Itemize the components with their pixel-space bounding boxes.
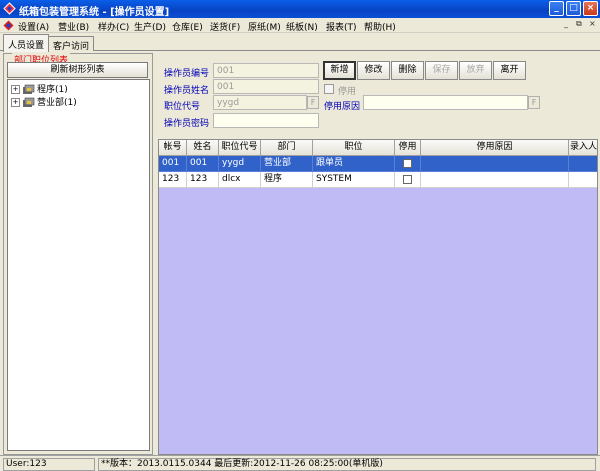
- tab-customer-visit[interactable]: 客户访问: [48, 36, 95, 52]
- disable-reason-picker-button[interactable]: F: [528, 96, 540, 109]
- refresh-tree-button[interactable]: 刷新树形列表: [7, 62, 148, 78]
- operator-id-field[interactable]: 001: [213, 63, 319, 78]
- cell-disable-reason: [421, 156, 569, 172]
- column-header-name[interactable]: 姓名: [187, 140, 219, 156]
- cell-disabled: [395, 156, 421, 172]
- cell-department: 程序: [261, 172, 313, 188]
- column-header-position[interactable]: 职位: [313, 140, 395, 156]
- cell-disable-reason: [421, 172, 569, 188]
- row-disabled-checkbox[interactable]: [403, 159, 412, 168]
- position-code-label: 职位代号: [164, 102, 201, 112]
- column-header-department[interactable]: 部门: [261, 140, 313, 156]
- column-header-account[interactable]: 帐号: [159, 140, 187, 156]
- cell-name: 001: [187, 156, 219, 172]
- status-version: **版本：2013.0115.0344 最后更新:2012-11-26 08:2…: [98, 458, 596, 471]
- menu-bar: 设置(A) 营业(B) 样办(C) 生产(D) 仓库(E) 送货(F) 原纸(M…: [0, 18, 600, 33]
- cell-position: 跟单员: [313, 156, 395, 172]
- department-icon: [23, 97, 35, 107]
- tab-strip: 人员设置 客户访问: [0, 34, 600, 52]
- operator-name-label: 操作员姓名: [164, 86, 210, 96]
- position-code-picker-button[interactable]: F: [307, 96, 319, 109]
- operator-grid[interactable]: 帐号 姓名 职位代号 部门 职位 停用 停用原因 录入人 001 001 yyg…: [158, 139, 598, 455]
- column-header-disabled[interactable]: 停用: [395, 140, 421, 156]
- cell-position-code: dlcx: [219, 172, 261, 188]
- menu-settings[interactable]: 设置(A): [18, 20, 49, 33]
- menu-base-paper[interactable]: 原纸(M): [248, 20, 281, 33]
- save-button[interactable]: 保存: [425, 61, 458, 80]
- menu-sales[interactable]: 营业(B): [58, 20, 89, 33]
- menu-logo-icon: [3, 20, 14, 31]
- department-icon: [23, 84, 35, 94]
- table-row[interactable]: 123 123 dlcx 程序 SYSTEM: [159, 172, 597, 188]
- menu-production[interactable]: 生产(D): [134, 20, 166, 33]
- operator-name-field[interactable]: 001: [213, 79, 319, 94]
- tree-item-program[interactable]: + 程序(1): [11, 82, 68, 95]
- close-button[interactable]: ×: [583, 1, 598, 16]
- cell-entered-by: [569, 172, 597, 188]
- tab-staff-settings[interactable]: 人员设置: [3, 34, 50, 52]
- cell-account: 123: [159, 172, 187, 188]
- row-disabled-checkbox[interactable]: [403, 175, 412, 184]
- password-field[interactable]: [213, 113, 319, 128]
- doc-minimize-button[interactable]: _: [564, 19, 568, 28]
- cell-disabled: [395, 172, 421, 188]
- app-logo-icon: [3, 2, 16, 15]
- department-position-panel: 部门职位列表 刷新树形列表 + 程序(1) + 营业部(1): [3, 53, 153, 455]
- doc-restore-button[interactable]: ⧉: [576, 19, 582, 29]
- cell-department: 营业部: [261, 156, 313, 172]
- doc-close-button[interactable]: ×: [589, 19, 596, 28]
- disable-reason-label: 停用原因: [324, 102, 361, 112]
- leave-button[interactable]: 离开: [493, 61, 526, 80]
- disable-checkbox[interactable]: [324, 84, 334, 94]
- column-header-disable-reason[interactable]: 停用原因: [421, 140, 569, 156]
- position-code-field[interactable]: yygd: [213, 95, 307, 110]
- cell-name: 123: [187, 172, 219, 188]
- menu-warehouse[interactable]: 仓库(E): [172, 20, 203, 33]
- expand-icon[interactable]: +: [11, 85, 20, 94]
- cell-position-code: yygd: [219, 156, 261, 172]
- column-header-entered-by[interactable]: 录入人: [569, 140, 597, 156]
- menu-delivery[interactable]: 送货(F): [210, 20, 240, 33]
- column-header-position-code[interactable]: 职位代号: [219, 140, 261, 156]
- window-title: 纸箱包装管理系统 - [操作员设置]: [19, 7, 170, 18]
- abandon-button[interactable]: 放弃: [459, 61, 492, 80]
- status-user: User:123: [3, 458, 95, 471]
- menu-help[interactable]: 帮助(H): [364, 20, 396, 33]
- department-tree[interactable]: + 程序(1) + 营业部(1): [7, 79, 150, 451]
- cell-position: SYSTEM: [313, 172, 395, 188]
- tree-item-sales-dept[interactable]: + 营业部(1): [11, 95, 77, 108]
- disable-reason-field[interactable]: [363, 95, 528, 110]
- cell-entered-by: [569, 156, 597, 172]
- disable-label: 停用: [338, 87, 357, 97]
- maximize-button[interactable]: □: [566, 1, 581, 16]
- tree-item-label: 程序(1): [37, 85, 68, 95]
- status-bar: User:123 **版本：2013.0115.0344 最后更新:2012-1…: [0, 455, 600, 471]
- expand-icon[interactable]: +: [11, 98, 20, 107]
- minimize-button[interactable]: _: [549, 1, 564, 16]
- table-row[interactable]: 001 001 yygd 营业部 跟单员: [159, 156, 597, 172]
- edit-button[interactable]: 修改: [357, 61, 390, 80]
- tree-item-label: 营业部(1): [37, 98, 77, 108]
- cell-account: 001: [159, 156, 187, 172]
- delete-button[interactable]: 删除: [391, 61, 424, 80]
- title-bar[interactable]: 纸箱包装管理系统 - [操作员设置] _ □ ×: [0, 0, 600, 18]
- menu-board[interactable]: 纸板(N): [286, 20, 318, 33]
- password-label: 操作员密码: [164, 119, 210, 129]
- operator-id-label: 操作员编号: [164, 69, 210, 79]
- add-button[interactable]: 新增: [323, 61, 356, 80]
- menu-reports[interactable]: 报表(T): [326, 20, 357, 33]
- menu-sample[interactable]: 样办(C): [98, 20, 129, 33]
